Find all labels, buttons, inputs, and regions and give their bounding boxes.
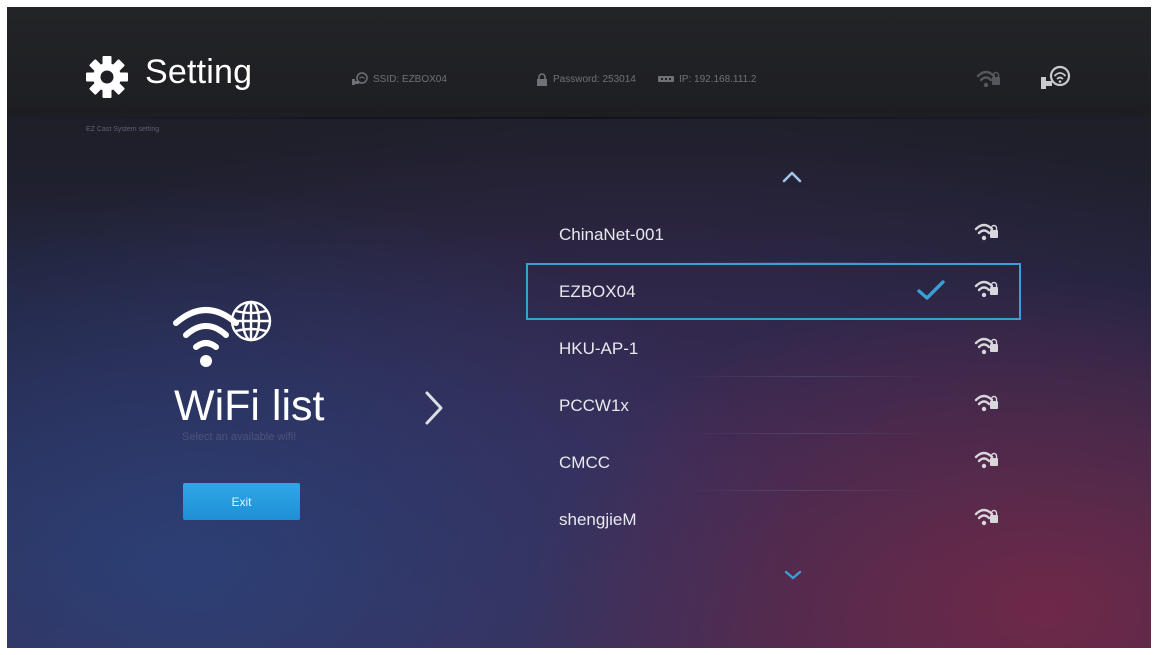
wifi-ssid-label: CMCC [559, 453, 610, 472]
gear-icon [86, 56, 128, 98]
wifi-lock-signal-icon [974, 223, 998, 241]
header-divider [7, 117, 1151, 119]
section-title: WiFi list [174, 382, 325, 430]
wifi-list-item[interactable]: CMCC [526, 434, 1021, 491]
chevron-right-icon[interactable] [422, 390, 446, 426]
wifi-globe-icon [173, 300, 272, 367]
wifi-list-item[interactable]: shengjieM [526, 491, 1021, 548]
wifi-lock-signal-icon [974, 451, 998, 469]
network-icon [1041, 65, 1071, 89]
wifi-lock-signal-icon [974, 394, 998, 412]
wifi-list: ChinaNet-001 EZBOX04 HKU-AP-1 PCCW1x CMC… [526, 206, 1021, 548]
wifi-lock-signal-icon [974, 337, 998, 355]
password-text: Password: 253014 [553, 73, 636, 85]
password-status: Password: 253014 [536, 72, 636, 86]
wifi-list-item[interactable]: HKU-AP-1 [526, 320, 1021, 377]
wifi-ssid-label: HKU-AP-1 [559, 339, 639, 358]
wifi-lock-signal-icon [974, 280, 998, 298]
ssid-text: SSID: EZBOX04 [373, 73, 447, 85]
wifi-list-item[interactable]: PCCW1x [526, 377, 1021, 434]
page-subtitle: EZ Cast System setting [86, 126, 160, 133]
ip-text: IP: 192.168.111.2 [679, 73, 757, 85]
wifi-list-item-selected[interactable]: EZBOX04 [526, 263, 1021, 320]
wifi-ssid-label: ChinaNet-001 [559, 225, 664, 244]
chevron-down-icon[interactable] [782, 568, 804, 582]
wifi-lock-signal-icon [974, 508, 998, 526]
exit-button[interactable]: Exit [183, 483, 300, 520]
wifi-ssid-label: PCCW1x [559, 396, 629, 415]
network-icon [352, 72, 368, 85]
setting-screen: Setting EZ Cast System setting SSID: EZB… [7, 7, 1151, 648]
wifi-list-item[interactable]: ChinaNet-001 [526, 206, 1021, 263]
wifi-ssid-label: shengjieM [559, 510, 637, 529]
page-title: Setting [145, 53, 253, 91]
wifi-ssid-label: EZBOX04 [559, 282, 636, 301]
ethernet-icon [658, 76, 674, 82]
section-subtitle: Select an available wifi! [182, 431, 297, 443]
check-icon [917, 280, 945, 300]
chevron-up-icon[interactable] [780, 170, 804, 184]
wifi-lock-signal-icon [976, 70, 1000, 88]
lock-icon [537, 72, 547, 86]
ip-status: IP: 192.168.111.2 [658, 72, 756, 86]
ssid-status: SSID: EZBOX04 [352, 72, 447, 86]
